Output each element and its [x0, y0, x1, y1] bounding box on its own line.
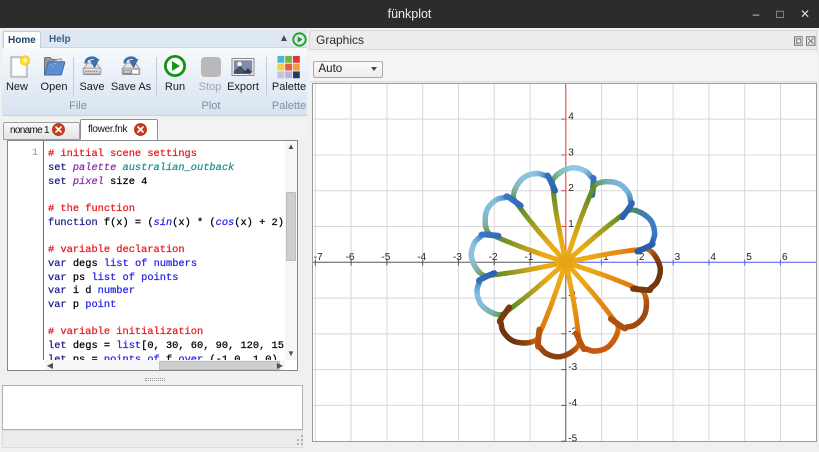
svg-text:-4: -4: [568, 398, 577, 409]
svg-text:3: 3: [568, 147, 574, 158]
svg-text:4: 4: [710, 252, 716, 263]
svg-text:1: 1: [568, 219, 574, 230]
svg-text:4: 4: [568, 112, 574, 123]
svg-text:-3: -3: [568, 362, 577, 373]
svg-text:-6: -6: [346, 252, 355, 263]
svg-text:-5: -5: [381, 252, 390, 263]
svg-text:3: 3: [675, 252, 681, 263]
svg-text:-3: -3: [453, 252, 462, 263]
svg-text:5: 5: [746, 252, 752, 263]
svg-text:6: 6: [782, 252, 788, 263]
svg-text:-2: -2: [489, 252, 498, 263]
svg-text:-4: -4: [417, 252, 426, 263]
svg-text:-5: -5: [568, 434, 577, 445]
svg-text:2: 2: [568, 183, 574, 194]
svg-text:-7: -7: [314, 252, 323, 263]
